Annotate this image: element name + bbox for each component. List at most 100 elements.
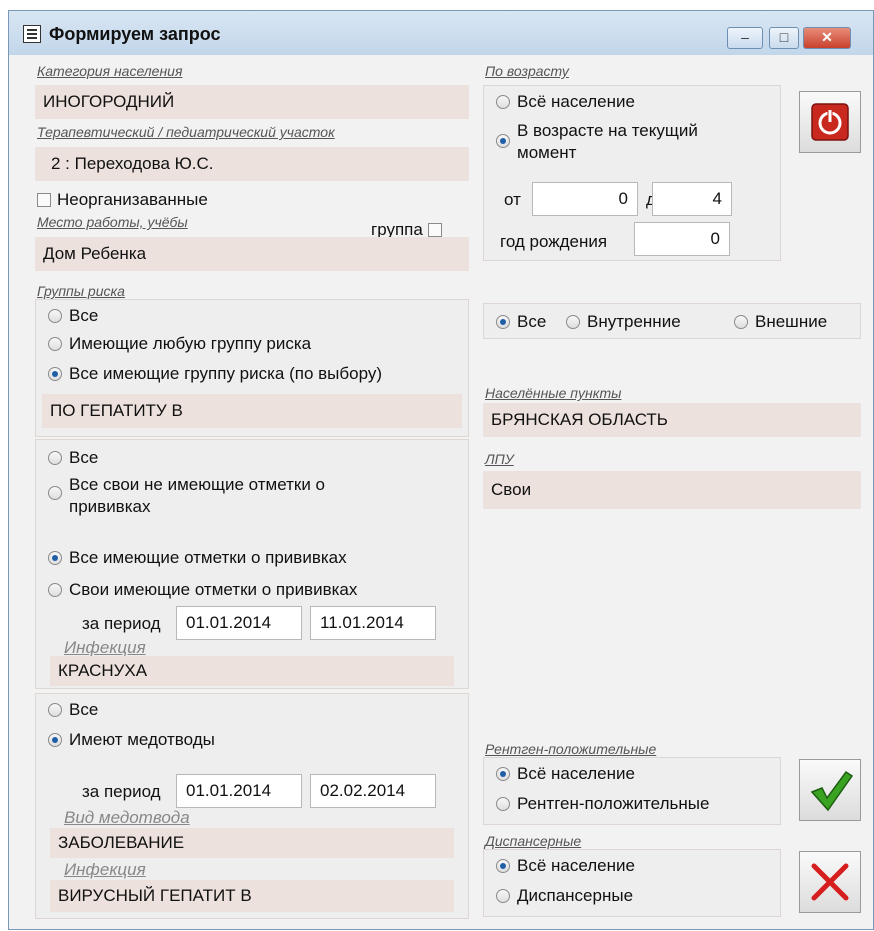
vacc-option-no-marks[interactable]: Все свои не имеющие отметки о прививках [48,474,368,518]
scope-option-external[interactable]: Внешние [734,312,827,332]
option-label: Внешние [755,312,828,331]
dispensary-option-all[interactable]: Всё население [496,856,635,876]
vaccination-group: Все Все свои не имеющие отметки о привив… [35,439,469,689]
medotvod-date-to-input[interactable]: 02.02.2014 [310,774,436,808]
radio-button[interactable] [496,315,510,329]
power-icon [811,103,849,141]
scope-option-internal[interactable]: Внутренние [566,312,681,332]
radio-button[interactable] [48,337,62,351]
medotvod-infection-caption: Инфекция [64,860,146,879]
radio-button[interactable] [496,134,510,148]
maximize-button[interactable]: □ [769,27,799,49]
option-label: Все [69,448,99,467]
option-label: Все имеющие группу риска (по выбору) [69,364,383,383]
vacc-option-marks[interactable]: Все имеющие отметки о прививках [48,548,347,568]
category-caption: Категория населения [37,63,183,79]
ok-button[interactable] [799,759,861,821]
option-label: Рентген-положительные [517,794,710,813]
option-label: Всё население [517,856,635,875]
radio-button[interactable] [496,889,510,903]
age-to-input[interactable]: 4 [652,182,732,216]
unorganized-checkbox-row[interactable]: Неорганизаванные [37,190,208,210]
dispensary-group: Всё население Диспансерные [483,849,781,917]
option-label: Все [517,312,547,331]
risk-caption: Группы риска [37,283,125,299]
dispensary-option-dispensary[interactable]: Диспансерные [496,886,633,906]
cancel-button[interactable] [799,851,861,913]
radio-button[interactable] [496,95,510,109]
radio-button[interactable] [48,309,62,323]
risk-option-all[interactable]: Все [48,306,98,326]
unorganized-checkbox[interactable] [37,193,51,207]
scope-option-all[interactable]: Все [496,312,546,332]
option-label: Имеют медотводы [69,730,215,749]
title-bar: Формируем запрос ‒ □ ✕ [9,11,873,55]
minimize-button[interactable]: ‒ [727,27,763,49]
vacc-period-label: за период [82,614,161,633]
settlements-field[interactable]: БРЯНСКАЯ ОБЛАСТЬ [483,403,861,437]
risk-group: Все Имеющие любую группу риска Все имеющ… [35,299,469,437]
vacc-option-all[interactable]: Все [48,448,98,468]
vacc-infection-field[interactable]: КРАСНУХА [50,656,454,686]
lpu-field[interactable]: Свои [483,471,861,509]
option-label-line2: момент [517,143,577,162]
radio-button[interactable] [496,797,510,811]
option-label: Имеющие любую группу риска [69,334,312,353]
vacc-option-own-marks[interactable]: Свои имеющие отметки о прививках [48,580,357,600]
settlements-caption: Населённые пункты [485,385,622,401]
radio-button[interactable] [48,733,62,747]
radio-button[interactable] [48,703,62,717]
option-label: Свои имеющие отметки о прививках [69,580,358,599]
radio-button[interactable] [48,367,62,381]
vacc-date-to-input[interactable]: 11.01.2014 [310,606,436,640]
risk-option-selected[interactable]: Все имеющие группу риска (по выбору) [48,364,382,384]
birth-year-label: год рождения [500,232,608,251]
xray-option-all[interactable]: Всё население [496,764,635,784]
xray-option-positive[interactable]: Рентген-положительные [496,794,709,814]
age-from-input[interactable]: 0 [532,182,638,216]
age-option-all[interactable]: Всё население [496,92,635,112]
radio-button[interactable] [48,486,62,500]
unorganized-label: Неорганизаванные [57,190,208,209]
close-window-button[interactable]: ✕ [803,27,851,49]
vacc-infection-caption: Инфекция [64,638,146,657]
option-label: Всё население [517,764,635,783]
medotvod-infection-field[interactable]: ВИРУСНЫЙ ГЕПАТИТ В [50,880,454,912]
option-label: Все свои не имеющие отметки о прививках [69,475,325,516]
power-button[interactable] [799,91,861,153]
radio-button[interactable] [48,583,62,597]
radio-button[interactable] [734,315,748,329]
district-field[interactable]: 2 : Переходова Ю.С. [35,147,469,181]
xray-caption: Рентген-положительные [485,741,657,757]
medotvod-group: Все Имеют медотводы за период 01.01.2014… [35,693,469,919]
radio-button[interactable] [566,315,580,329]
category-field[interactable]: ИНОГОРОДНИЙ [35,85,469,119]
radio-button[interactable] [496,859,510,873]
birth-year-input[interactable]: 0 [634,222,730,256]
risk-option-any[interactable]: Имеющие любую группу риска [48,334,311,354]
lpu-caption: ЛПУ [485,451,514,467]
xray-group: Всё население Рентген-положительные [483,757,781,825]
dispensary-caption: Диспансерные [485,833,582,849]
option-label: Все имеющие отметки о прививках [69,548,347,567]
app-icon [23,25,41,43]
age-group: Всё население В возрасте на текущий момен… [483,85,781,261]
age-caption: По возрасту [485,63,569,79]
option-label: Всё население [517,92,635,111]
window-title: Формируем запрос [49,24,221,44]
radio-button[interactable] [496,767,510,781]
workplace-caption: Место работы, учёбы [37,214,188,230]
radio-button[interactable] [48,551,62,565]
medotvod-option-all[interactable]: Все [48,700,98,720]
checkmark-icon [810,770,854,812]
risk-value-field[interactable]: ПО ГЕПАТИТУ В [42,394,462,428]
medotvod-type-field[interactable]: ЗАБОЛЕВАНИЕ [50,828,454,858]
workplace-field[interactable]: Дом Ребенка [35,237,469,271]
medotvod-date-from-input[interactable]: 01.01.2014 [176,774,302,808]
option-label-line1: В возрасте на текущий [517,121,698,140]
radio-button[interactable] [48,451,62,465]
group-checkbox[interactable] [427,223,442,237]
vacc-date-from-input[interactable]: 01.01.2014 [176,606,302,640]
age-option-current[interactable]: В возрасте на текущий момент [496,120,698,164]
medotvod-option-have[interactable]: Имеют медотводы [48,730,215,750]
